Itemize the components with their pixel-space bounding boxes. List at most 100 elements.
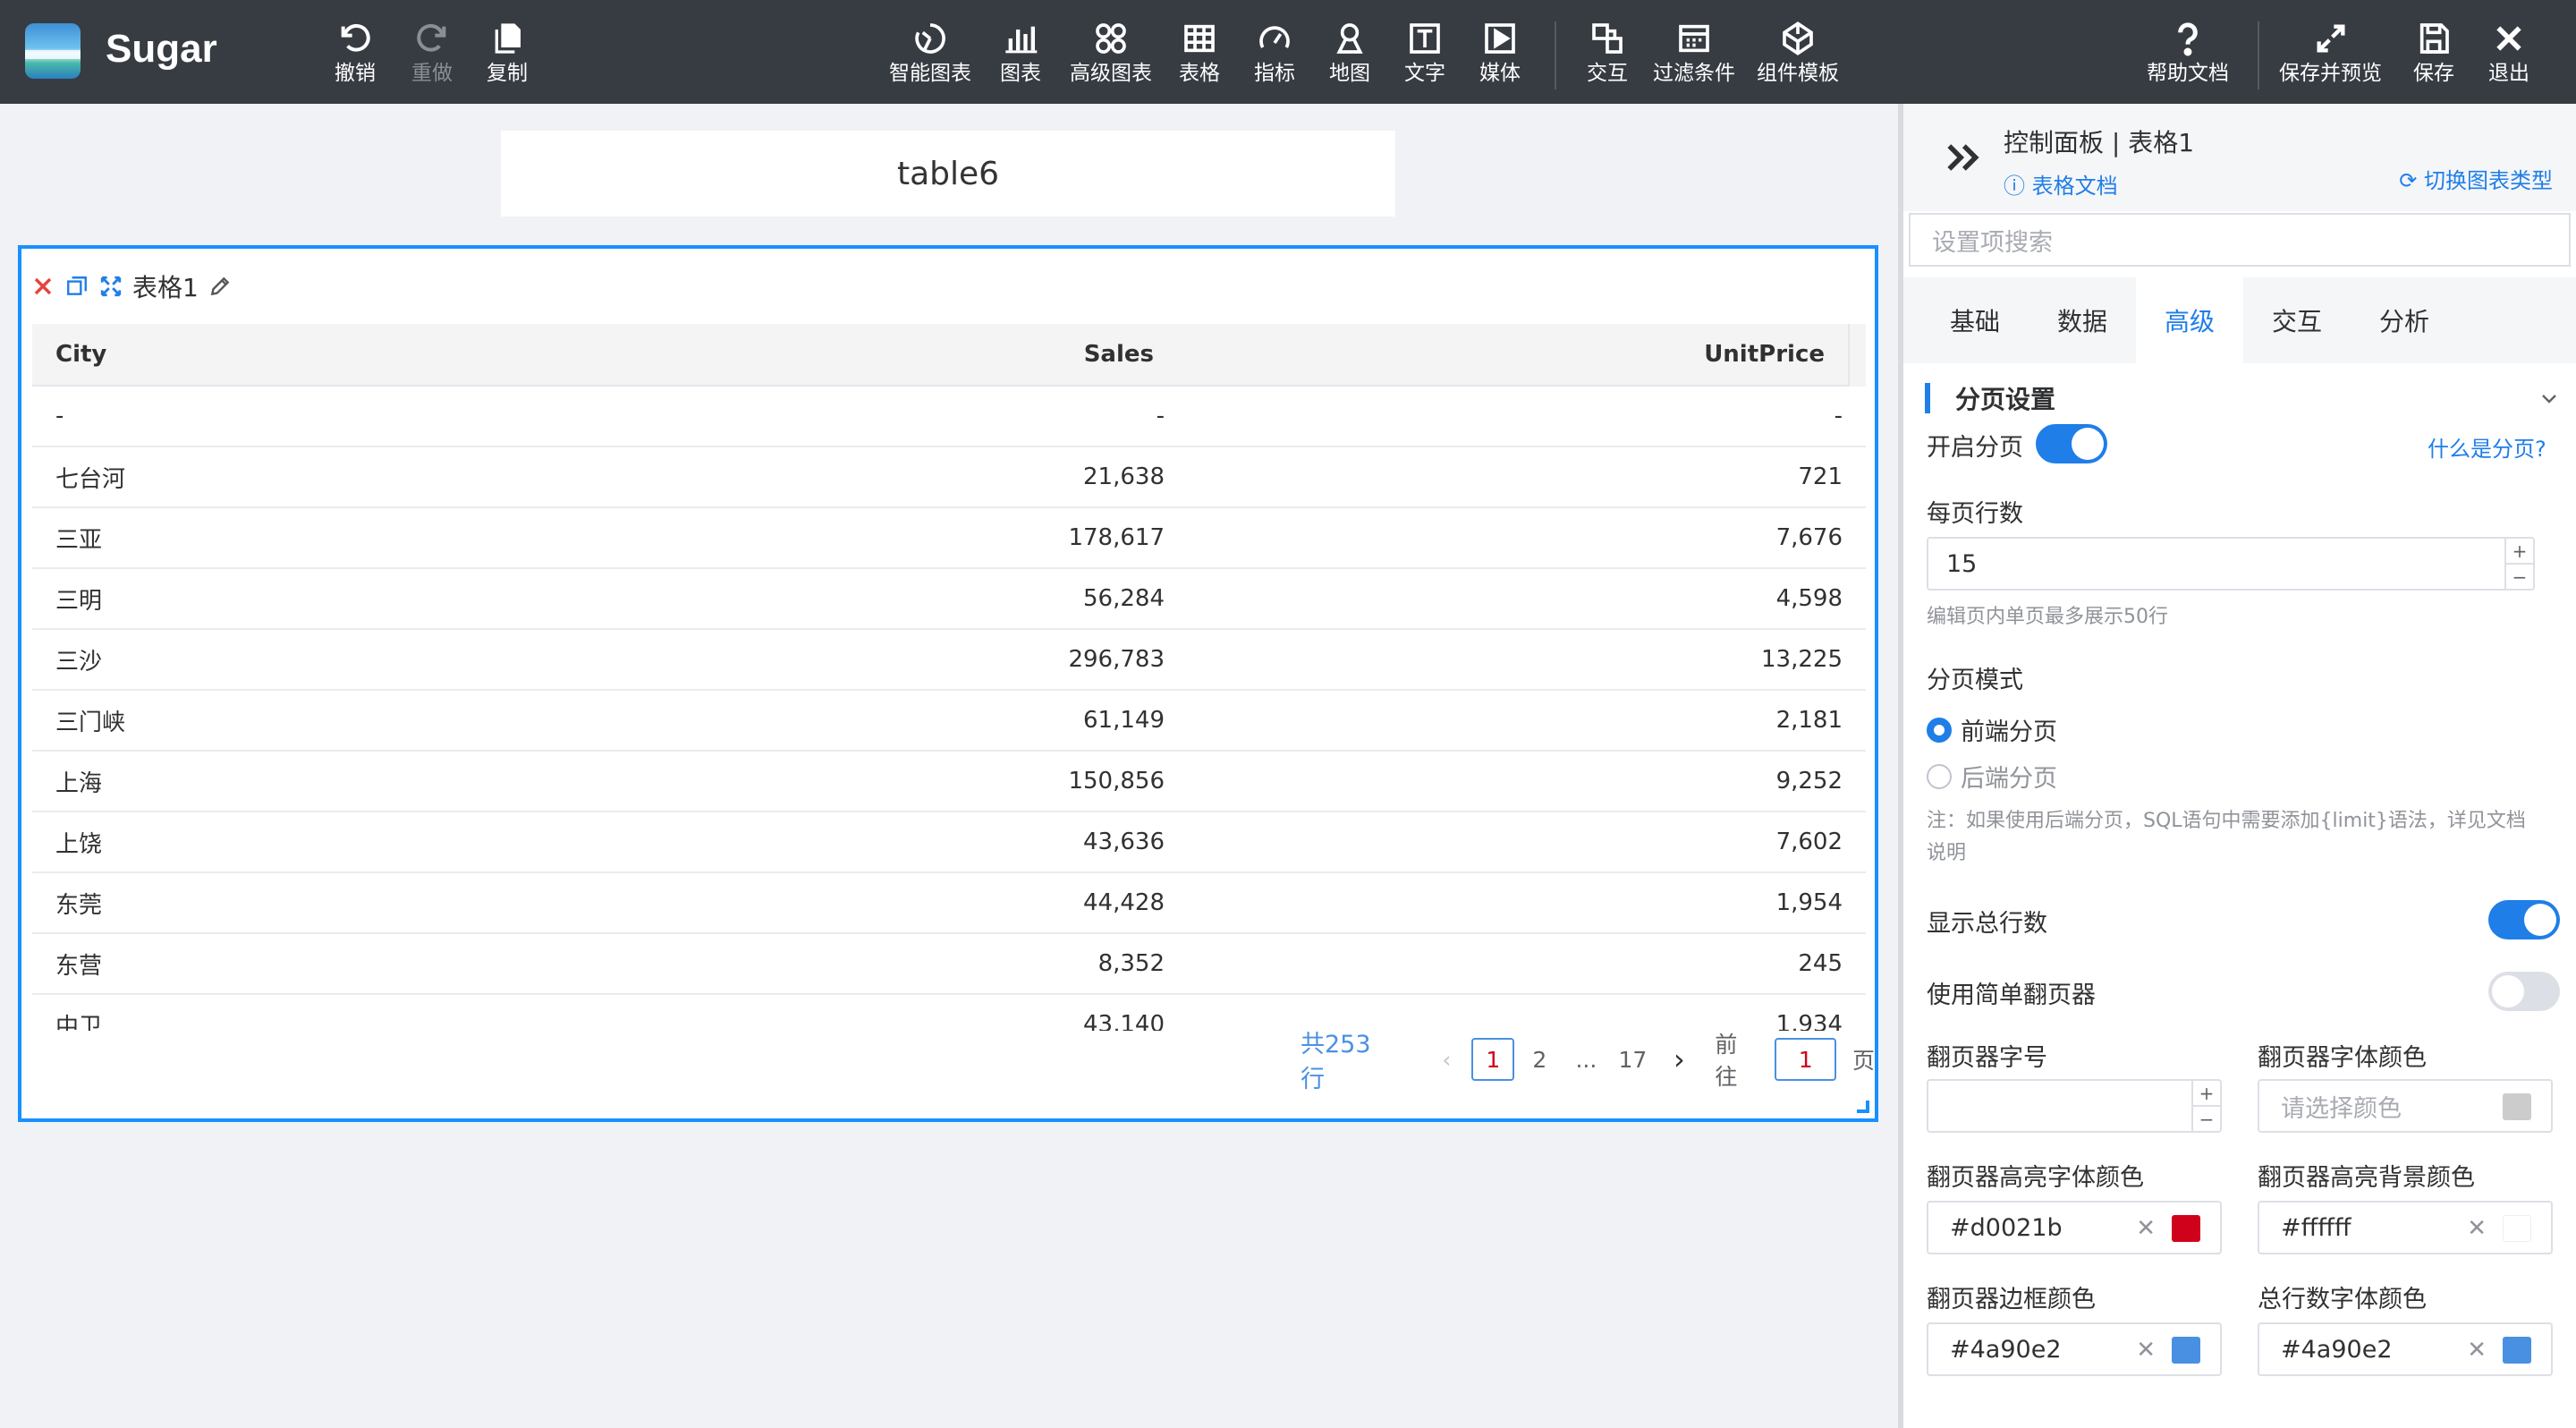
color-swatch[interactable]: [2503, 1215, 2531, 1242]
table-row[interactable]: 中卫 43,140 1,934: [32, 995, 1866, 1031]
prev-page-button[interactable]: ‹: [1425, 1038, 1468, 1081]
radio-frontend-pagination[interactable]: 前端分页: [1927, 712, 2057, 747]
tab-analysis[interactable]: 分析: [2351, 277, 2458, 363]
table-row[interactable]: 上海 150,856 9,252: [32, 752, 1866, 812]
total-font-color-input[interactable]: #4a90e2 ✕: [2258, 1322, 2553, 1376]
toolbar-divider-right: [2258, 21, 2259, 89]
toggle-knob: [2492, 975, 2524, 1007]
resize-handle[interactable]: [1857, 1101, 1869, 1113]
clear-icon[interactable]: ✕: [2467, 1215, 2487, 1242]
goto-page-input[interactable]: 1: [1775, 1038, 1836, 1081]
increment-icon[interactable]: +: [2193, 1081, 2220, 1107]
color-swatch[interactable]: [2503, 1337, 2531, 1364]
pager-font-size-stepper[interactable]: + −: [2191, 1081, 2220, 1131]
column-header-sales[interactable]: Sales: [658, 341, 1195, 368]
advanced-chart-button[interactable]: 高级图表: [1070, 16, 1152, 91]
tab-data[interactable]: 数据: [2029, 277, 2136, 363]
component-template-button[interactable]: 组件模板: [1757, 16, 1839, 91]
clear-icon[interactable]: ✕: [2467, 1337, 2487, 1364]
show-total-rows-label: 显示总行数: [1927, 910, 2047, 938]
pager-font-color-input[interactable]: 请选择颜色: [2258, 1079, 2553, 1133]
copy-button[interactable]: 复制: [487, 16, 528, 91]
help-button[interactable]: 帮助文档: [2147, 16, 2229, 91]
page-2-button[interactable]: 2: [1518, 1038, 1561, 1081]
tab-advanced[interactable]: 高级: [2136, 277, 2243, 363]
report-title[interactable]: table6: [501, 131, 1395, 217]
pager-font-size-input[interactable]: + −: [1927, 1079, 2222, 1133]
unitprice-cell: 1,934: [1775, 1011, 1843, 1031]
radio-backend-pagination[interactable]: 后端分页: [1927, 759, 2057, 794]
simple-pager-toggle[interactable]: [2488, 972, 2560, 1011]
enable-pagination-toggle[interactable]: [2036, 424, 2107, 463]
rows-per-page-stepper[interactable]: + −: [2504, 539, 2533, 589]
settings-search-input[interactable]: 设置项搜索: [1909, 213, 2571, 267]
chart-button[interactable]: 图表: [1000, 16, 1041, 91]
rows-per-page-hint: 编辑页内单页最多展示50行: [1927, 606, 2168, 628]
indicator-button[interactable]: 指标: [1254, 16, 1295, 91]
what-is-pagination-link[interactable]: 什么是分页?: [2428, 431, 2546, 463]
save-preview-button[interactable]: 保存并预览: [2279, 16, 2382, 91]
page-ellipsis[interactable]: ...: [1564, 1038, 1607, 1081]
media-button[interactable]: 媒体: [1479, 16, 1521, 91]
pagination-mode-label: 分页模式: [1927, 667, 2023, 694]
pagination: 共253行 ‹ 1 2 ... 17 › 前往 1 页: [1301, 1031, 1875, 1093]
show-total-rows-toggle[interactable]: [2488, 900, 2560, 939]
map-button[interactable]: 地图: [1329, 16, 1370, 91]
table-button[interactable]: 表格: [1179, 16, 1220, 91]
color-swatch[interactable]: [2503, 1093, 2531, 1120]
color-swatch[interactable]: [2172, 1337, 2200, 1364]
city-cell: -: [55, 403, 64, 429]
edit-pencil-icon[interactable]: [208, 274, 233, 299]
next-page-button[interactable]: ›: [1657, 1038, 1700, 1081]
clear-icon[interactable]: ✕: [2136, 1215, 2156, 1242]
sales-cell: 150,856: [1068, 768, 1165, 795]
column-header-city[interactable]: City: [32, 341, 658, 368]
table-row[interactable]: 东营 8,352 245: [32, 934, 1866, 995]
table-doc-link[interactable]: ⓘ 表格文档: [2004, 168, 2118, 200]
close-icon: [2491, 16, 2527, 61]
collapse-panel-icon[interactable]: [1943, 138, 1982, 177]
table-row[interactable]: 七台河 21,638 721: [32, 447, 1866, 508]
decrement-icon[interactable]: −: [2193, 1107, 2220, 1131]
exit-button[interactable]: 退出: [2488, 16, 2529, 91]
table-row[interactable]: 东莞 44,428 1,954: [32, 873, 1866, 934]
color-swatch[interactable]: [2172, 1215, 2200, 1242]
table-row[interactable]: 三亚 178,617 7,676: [32, 508, 1866, 569]
increment-icon[interactable]: +: [2506, 539, 2533, 565]
duplicate-icon[interactable]: [64, 274, 89, 299]
tab-basic[interactable]: 基础: [1921, 277, 2029, 363]
pager-border-color-input[interactable]: #4a90e2 ✕: [1927, 1322, 2222, 1376]
unitprice-cell: 4,598: [1775, 585, 1843, 612]
radio-dot: [1927, 763, 1952, 789]
table-widget[interactable]: 表格1 City Sales UnitPrice - - - 七台河 21,638 721…: [18, 245, 1878, 1122]
fullscreen-icon[interactable]: [98, 274, 123, 299]
table-row[interactable]: 上饶 43,636 7,602: [32, 812, 1866, 873]
pager-highlight-font-color-input[interactable]: #d0021b ✕: [1927, 1201, 2222, 1254]
decrement-icon[interactable]: −: [2506, 565, 2533, 589]
table-row[interactable]: 三明 56,284 4,598: [32, 569, 1866, 630]
clear-icon[interactable]: ✕: [2136, 1337, 2156, 1364]
pager-font-color-label: 翻页器字体颜色: [2258, 1044, 2427, 1072]
save-button[interactable]: 保存: [2413, 16, 2454, 91]
column-header-unitprice[interactable]: UnitPrice: [1195, 341, 1866, 368]
pagination-section-header[interactable]: 分页设置: [1925, 374, 2560, 422]
tab-interaction[interactable]: 交互: [2243, 277, 2351, 363]
redo-button[interactable]: 重做: [411, 16, 453, 91]
text-button[interactable]: 文字: [1404, 16, 1445, 91]
switch-chart-type-link[interactable]: ⟳ 切换图表类型: [2399, 163, 2553, 194]
undo-button[interactable]: 撤销: [335, 16, 376, 91]
page-17-button[interactable]: 17: [1611, 1038, 1654, 1081]
pager-highlight-bg-color-input[interactable]: #ffffff ✕: [2258, 1201, 2553, 1254]
table-row[interactable]: 三门峡 61,149 2,181: [32, 691, 1866, 752]
filter-button[interactable]: 过滤条件: [1653, 16, 1735, 91]
interaction-button[interactable]: 交互: [1587, 16, 1628, 91]
smart-chart-button[interactable]: 智能图表: [889, 16, 971, 91]
unitprice-cell: 1,954: [1775, 889, 1843, 916]
toggle-knob: [2524, 904, 2556, 936]
rows-per-page-input[interactable]: 15 + −: [1927, 537, 2535, 591]
table-row[interactable]: 三沙 296,783 13,225: [32, 630, 1866, 691]
delete-icon[interactable]: [30, 274, 55, 299]
page-1-button[interactable]: 1: [1471, 1038, 1515, 1081]
table-row[interactable]: ---: [32, 387, 1866, 447]
panel-tabs: 基础 数据 高级 交互 分析: [1903, 277, 2576, 363]
